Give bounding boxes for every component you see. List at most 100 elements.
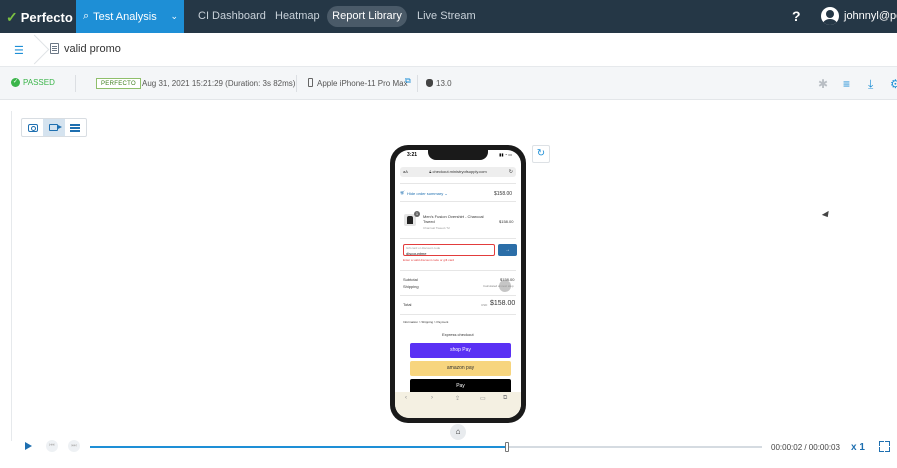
product-name: Men's Fusion Overshirt - Charcoal Tweed — [423, 214, 484, 224]
perfecto-logo[interactable]: ✓ Perfecto — [6, 9, 73, 26]
shop-pay-button: shop Pay — [410, 343, 511, 358]
breadcrumb-separator — [30, 33, 42, 67]
step-back-icon[interactable]: ⏮ — [46, 440, 58, 452]
device-name[interactable]: Apple iPhone-11 Pro Max — [317, 79, 408, 88]
touch-indicator — [499, 280, 511, 292]
divider — [296, 75, 297, 92]
order-total-top: $158.00 — [494, 191, 513, 197]
divider — [400, 270, 516, 271]
nav-ci-dashboard[interactable]: CI Dashboard — [198, 0, 266, 33]
divider — [75, 75, 76, 92]
mobile-device-icon — [308, 78, 313, 87]
subtotal-label: Subtotal — [403, 277, 418, 282]
tabs-icon: ⧉ — [503, 395, 508, 401]
screenshot-view-button[interactable] — [22, 119, 43, 136]
top-nav: ✓ Perfecto ⌕ Test Analysis ⌄ CI Dashboar… — [0, 0, 897, 33]
rotate-device-button[interactable]: ↻ — [532, 145, 550, 163]
device-frame: 3:21 ▮▮ ◔ ▭ aA 🔒︎ checkout.ministryofsup… — [390, 145, 526, 423]
quantity-badge: 1 — [414, 211, 420, 217]
nav-heatmap[interactable]: Heatmap — [275, 0, 320, 33]
lock-icon: 🔒︎ — [429, 169, 432, 174]
bug-icon[interactable]: ✱ — [818, 77, 828, 91]
download-icon[interactable]: ⤓ — [868, 77, 873, 92]
apple-icon — [426, 79, 433, 87]
fullscreen-icon-corners — [879, 441, 890, 452]
browser-url-bar: aA 🔒︎ checkout.ministryofsupply.com ↻ — [400, 167, 516, 177]
perfecto-logo-icon: ✓ — [6, 9, 18, 25]
chevron-down-icon: ⌄ — [170, 11, 178, 21]
step-forward-icon[interactable]: ⏭ — [68, 440, 80, 452]
total-value: $158.00 — [490, 300, 516, 307]
numbered-list-icon[interactable]: ≡ — [843, 77, 850, 91]
apple-pay-label: Pay — [456, 383, 465, 389]
avatar-icon — [821, 7, 839, 25]
user-name: johnnyl@per — [844, 10, 897, 22]
back-icon: ‹ — [405, 395, 407, 401]
checkout-steps: Information > Shipping > Payment — [403, 320, 449, 324]
share-icon[interactable]: ⚙ — [890, 77, 897, 91]
safari-toolbar: ‹ › ⇪ ▭ ⧉ — [395, 392, 521, 418]
divider — [11, 111, 12, 441]
shipping-label: Shipping — [403, 284, 419, 289]
view-toggle — [21, 118, 87, 137]
os-version: 13.0 — [436, 79, 452, 88]
share-icon: ⇪ — [455, 396, 461, 402]
chart-search-icon: ⌕ — [83, 10, 90, 22]
steps-view-button[interactable] — [65, 119, 86, 136]
user-menu[interactable]: johnnyl@per — [821, 7, 897, 25]
reader-mode-label: aA — [403, 169, 408, 174]
signal-battery-icon: ▮▮ ◔ ▭ — [499, 152, 512, 157]
external-link-icon[interactable]: ⧉ — [405, 76, 411, 86]
list-icon — [70, 124, 81, 131]
device-screen[interactable]: 3:21 ▮▮ ◔ ▭ aA 🔒︎ checkout.ministryofsup… — [395, 150, 521, 418]
express-checkout-label: Express checkout — [442, 332, 474, 337]
video-player-controls: ⏮ ⏭ 00:00:02 / 00:00:03 x 1 — [0, 437, 897, 457]
apply-discount-button: → — [498, 244, 517, 256]
divider — [417, 75, 418, 92]
status-text: PASSED — [23, 78, 55, 87]
status-badge: ✓ PASSED — [11, 78, 55, 87]
phone-clock: 3:21 — [407, 152, 418, 158]
video-view-button[interactable] — [43, 119, 65, 136]
divider — [400, 238, 516, 239]
document-icon — [50, 43, 59, 54]
discount-field-label: Gift card or discount code — [406, 246, 441, 250]
discount-code-field: Gift card or discount code discountme — [403, 244, 495, 256]
playback-speed[interactable]: x 1 — [851, 442, 865, 453]
bookmarks-icon: ▭ — [480, 396, 486, 402]
cart-icon: 🛒︎ — [400, 190, 406, 195]
divider — [400, 201, 516, 202]
nav-active-label: Test Analysis — [93, 10, 157, 23]
url-text: checkout.ministryofsupply.com — [432, 169, 487, 174]
nav-test-analysis[interactable]: ⌕ Test Analysis ⌄ — [76, 0, 184, 33]
camera-icon — [27, 123, 38, 132]
play-icon[interactable] — [25, 442, 32, 450]
order-summary-toggle: Hide order summary ⌄ — [407, 191, 448, 196]
nav-live-stream[interactable]: Live Stream — [417, 0, 476, 33]
video-icon — [49, 124, 63, 131]
breadcrumb: ☰ valid promo — [0, 33, 897, 67]
logo-text: Perfecto — [20, 10, 73, 25]
divider — [400, 314, 516, 315]
total-label: Total — [403, 302, 412, 307]
timeline-scrubber[interactable] — [504, 442, 509, 452]
report-status-bar: ✓ PASSED PERFECTO Aug 31, 2021 15:21:29 … — [0, 67, 897, 100]
help-icon[interactable]: ? — [792, 8, 801, 24]
amazon-pay-button: amazon pay — [410, 361, 511, 376]
run-date: Aug 31, 2021 15:21:29 (Duration: 3s 82ms… — [142, 79, 296, 88]
forward-icon: › — [431, 395, 433, 401]
perfecto-badge: PERFECTO — [96, 78, 141, 89]
timeline-progress — [90, 446, 507, 448]
divider — [400, 183, 516, 184]
nav-report-library[interactable]: Report Library — [327, 6, 407, 27]
video-timeline[interactable] — [90, 442, 762, 452]
check-circle-icon: ✓ — [11, 78, 20, 87]
reload-icon: ↻ — [508, 169, 513, 175]
divider — [400, 295, 516, 296]
phone-notch — [428, 150, 488, 160]
total-currency: USD — [481, 303, 488, 307]
discount-field-value: discountme — [406, 251, 427, 256]
page-title: valid promo — [64, 43, 121, 55]
product-price: $158.00 — [499, 219, 514, 224]
playback-time: 00:00:02 / 00:00:03 — [771, 443, 840, 452]
